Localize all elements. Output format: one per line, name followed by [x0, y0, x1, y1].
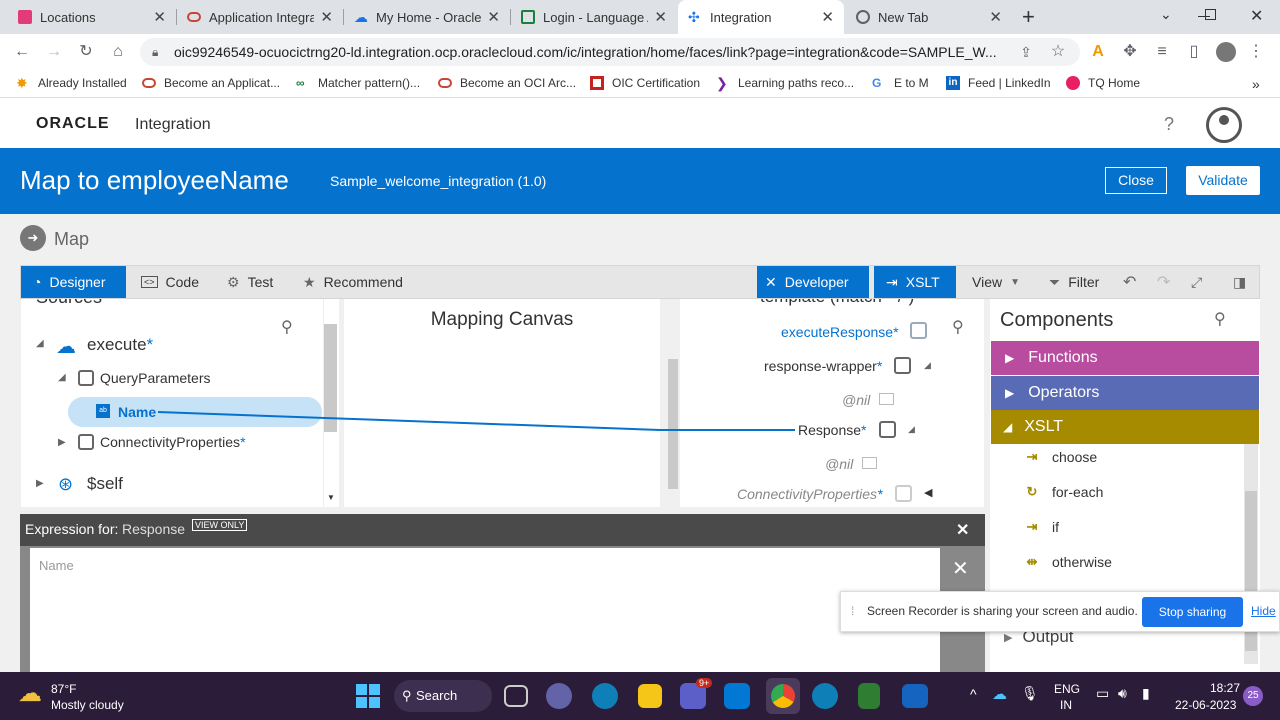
language-secondary[interactable]: IN: [1060, 698, 1072, 712]
edge-dev-icon[interactable]: [812, 683, 838, 709]
chrome-active-tile[interactable]: [766, 678, 800, 714]
microphone-icon[interactable]: 🎙︎: [1021, 685, 1039, 702]
otherwise-icon: ⇹: [1026, 554, 1038, 569]
weather-icon[interactable]: ☁: [18, 682, 42, 706]
component-label: otherwise: [1052, 554, 1112, 570]
component-label: for-each: [1052, 484, 1104, 500]
component-label: if: [1052, 519, 1059, 535]
outlook-icon[interactable]: [724, 683, 750, 709]
expression-label: Expression for:: [25, 521, 119, 537]
share-message: Screen Recorder is sharing your screen a…: [867, 604, 1138, 618]
tools-icon[interactable]: ✕: [952, 556, 969, 581]
notification-badge[interactable]: 25: [1243, 686, 1263, 706]
search-label: Search: [416, 688, 458, 703]
choose-icon: ⇥: [1026, 449, 1038, 464]
components-title: Components: [1000, 309, 1114, 331]
weather-text[interactable]: Mostly cloudy: [51, 698, 124, 712]
camera-icon[interactable]: [902, 684, 928, 708]
expression-target: Response: [122, 521, 186, 537]
start-pane: [369, 697, 380, 708]
component-if[interactable]: ⇥ if: [1024, 519, 1059, 535]
stop-sharing-button[interactable]: Stop sharing: [1142, 597, 1243, 627]
mapping-line-path: [157, 411, 661, 431]
windows-taskbar: ☁ 87°F Mostly cloudy ⚲ Search 9+ ^ ☁ 🎙︎ …: [0, 672, 1280, 720]
section-label: Operators: [1028, 384, 1100, 401]
meet-icon[interactable]: [546, 683, 572, 709]
windows-start-icon[interactable]: [356, 684, 380, 708]
expression-text: Name: [39, 558, 74, 573]
taskbar-search[interactable]: ⚲ Search: [394, 680, 492, 712]
onedrive-icon[interactable]: ☁: [992, 685, 1007, 703]
operators-section[interactable]: ▶ Operators: [991, 376, 1259, 410]
battery-icon[interactable]: ▮: [1142, 685, 1150, 702]
expand-icon: ▶: [1004, 631, 1013, 644]
screen-share-bar: ⁞ Screen Recorder is sharing your screen…: [840, 591, 1280, 632]
section-label: XSLT: [1024, 418, 1064, 435]
collapse-icon: ◢: [1003, 420, 1013, 434]
task-view-icon[interactable]: [504, 685, 528, 707]
tray-chevron-icon[interactable]: ^: [970, 686, 977, 702]
edge-icon[interactable]: [592, 683, 618, 709]
hide-link[interactable]: Hide: [1251, 604, 1276, 618]
start-pane: [369, 684, 380, 695]
file-explorer-icon[interactable]: [638, 684, 662, 708]
if-icon: ⇥: [1026, 519, 1038, 534]
component-label: choose: [1052, 449, 1098, 465]
teams-badge: 9+: [696, 678, 713, 688]
clock-date[interactable]: 22-06-2023: [1175, 698, 1236, 712]
start-pane: [356, 697, 367, 708]
temperature[interactable]: 87°F: [51, 682, 76, 696]
clock-time[interactable]: 18:27: [1210, 681, 1240, 695]
volume-icon[interactable]: 🔊︎: [1118, 685, 1127, 702]
functions-section[interactable]: ▶ Functions: [991, 341, 1259, 375]
section-label: Functions: [1028, 349, 1098, 366]
expression-header: Expression for: Response VIEW ONLY ✕: [20, 514, 985, 546]
display-icon[interactable]: ▭: [1096, 685, 1109, 702]
search-icon: ⚲: [402, 688, 412, 703]
search-icon[interactable]: ⚲: [1214, 309, 1226, 329]
expand-icon: ▶: [1005, 351, 1015, 365]
expression-editor[interactable]: Name: [30, 548, 940, 672]
notepad-icon[interactable]: [858, 683, 880, 709]
component-otherwise[interactable]: ⇹ otherwise: [1024, 554, 1112, 570]
start-pane: [356, 684, 367, 695]
expand-icon: ▶: [1005, 386, 1015, 400]
close-expression-icon[interactable]: ✕: [956, 520, 969, 540]
for-each-icon: ↻: [1026, 484, 1038, 499]
component-choose[interactable]: ⇥ choose: [1024, 449, 1098, 465]
component-for-each[interactable]: ↻ for-each: [1024, 484, 1104, 500]
view-only-badge: VIEW ONLY: [192, 519, 248, 531]
xslt-section[interactable]: ◢ XSLT: [991, 410, 1259, 444]
language-primary[interactable]: ENG: [1054, 682, 1080, 696]
drag-handle-icon[interactable]: ⁞: [851, 604, 854, 618]
chrome-icon: [771, 684, 795, 708]
